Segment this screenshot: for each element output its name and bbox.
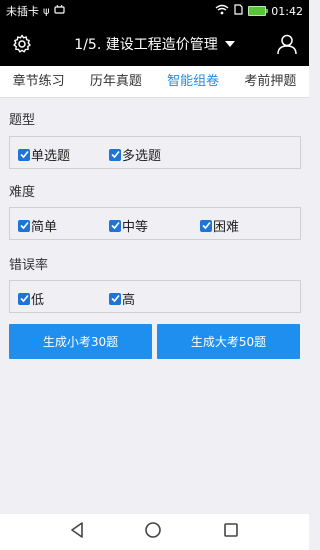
home-circle-icon	[145, 522, 162, 538]
page-title: 1/5. 建设工程造价管理	[74, 37, 218, 53]
option-label: 低	[31, 293, 45, 308]
back-button[interactable]	[70, 522, 84, 542]
checkbox-checked-icon	[18, 148, 30, 161]
sim-icon	[234, 4, 243, 18]
android-debug-icon	[54, 4, 65, 18]
option-medium[interactable]: 中等	[109, 216, 148, 235]
recents-button[interactable]	[223, 522, 239, 542]
option-high[interactable]: 高	[109, 289, 135, 308]
generate-small-exam-button[interactable]: 生成小考30题	[9, 324, 152, 359]
tab-smart-paper[interactable]: 智能组卷	[155, 66, 232, 98]
carrier-text: 未插卡	[6, 5, 39, 18]
caret-down-icon	[224, 41, 235, 47]
option-hard[interactable]: 困难	[200, 216, 239, 235]
error-rate-options-box: 低 高	[9, 280, 301, 313]
checkbox-checked-icon	[18, 219, 30, 232]
home-button[interactable]	[144, 521, 162, 543]
system-nav-bar	[0, 514, 309, 550]
section-title-difficulty: 难度	[9, 185, 36, 200]
status-left: 未插卡 ψ	[6, 3, 65, 19]
clock-text: 01:42	[271, 4, 303, 18]
tab-chapter-practice[interactable]: 章节练习	[0, 66, 77, 98]
option-single-choice[interactable]: 单选题	[18, 145, 70, 164]
usb-icon: ψ	[43, 5, 50, 17]
section-title-error-rate: 错误率	[9, 258, 49, 273]
checkbox-checked-icon	[109, 148, 121, 161]
tab-bar: 章节练习 历年真题 智能组卷 考前押题	[0, 66, 309, 98]
difficulty-options-box: 简单 中等 困难	[9, 207, 301, 240]
checkbox-checked-icon	[109, 292, 121, 305]
battery-icon	[248, 6, 269, 16]
option-easy[interactable]: 简单	[18, 216, 57, 235]
type-options-box: 单选题 多选题	[9, 136, 301, 169]
subject-selector[interactable]: 1/5. 建设工程造价管理	[74, 34, 235, 54]
back-triangle-icon	[71, 522, 83, 538]
settings-button[interactable]	[10, 32, 34, 56]
status-bar: 未插卡 ψ 01:42	[0, 0, 309, 22]
tab-pre-exam-prediction[interactable]: 考前押题	[232, 66, 309, 98]
gear-icon	[13, 34, 31, 53]
recents-square-icon	[224, 523, 238, 537]
title-bar: 1/5. 建设工程造价管理	[0, 22, 309, 66]
option-label: 高	[122, 293, 136, 308]
profile-button[interactable]	[275, 32, 299, 56]
option-low[interactable]: 低	[18, 289, 44, 308]
checkbox-checked-icon	[18, 292, 30, 305]
checkbox-checked-icon	[109, 219, 121, 232]
checkbox-checked-icon	[200, 219, 212, 232]
wifi-icon	[215, 4, 229, 18]
section-title-type: 题型	[9, 113, 36, 128]
status-right: 01:42	[215, 4, 303, 18]
option-label: 多选题	[122, 149, 162, 164]
generate-big-exam-button[interactable]: 生成大考50题	[157, 324, 300, 359]
user-icon	[277, 34, 297, 55]
option-multiple-choice[interactable]: 多选题	[109, 145, 161, 164]
tab-past-exams[interactable]: 历年真题	[77, 66, 154, 98]
option-label: 简单	[31, 220, 58, 235]
option-label: 困难	[213, 220, 240, 235]
option-label: 单选题	[31, 149, 71, 164]
option-label: 中等	[122, 220, 149, 235]
